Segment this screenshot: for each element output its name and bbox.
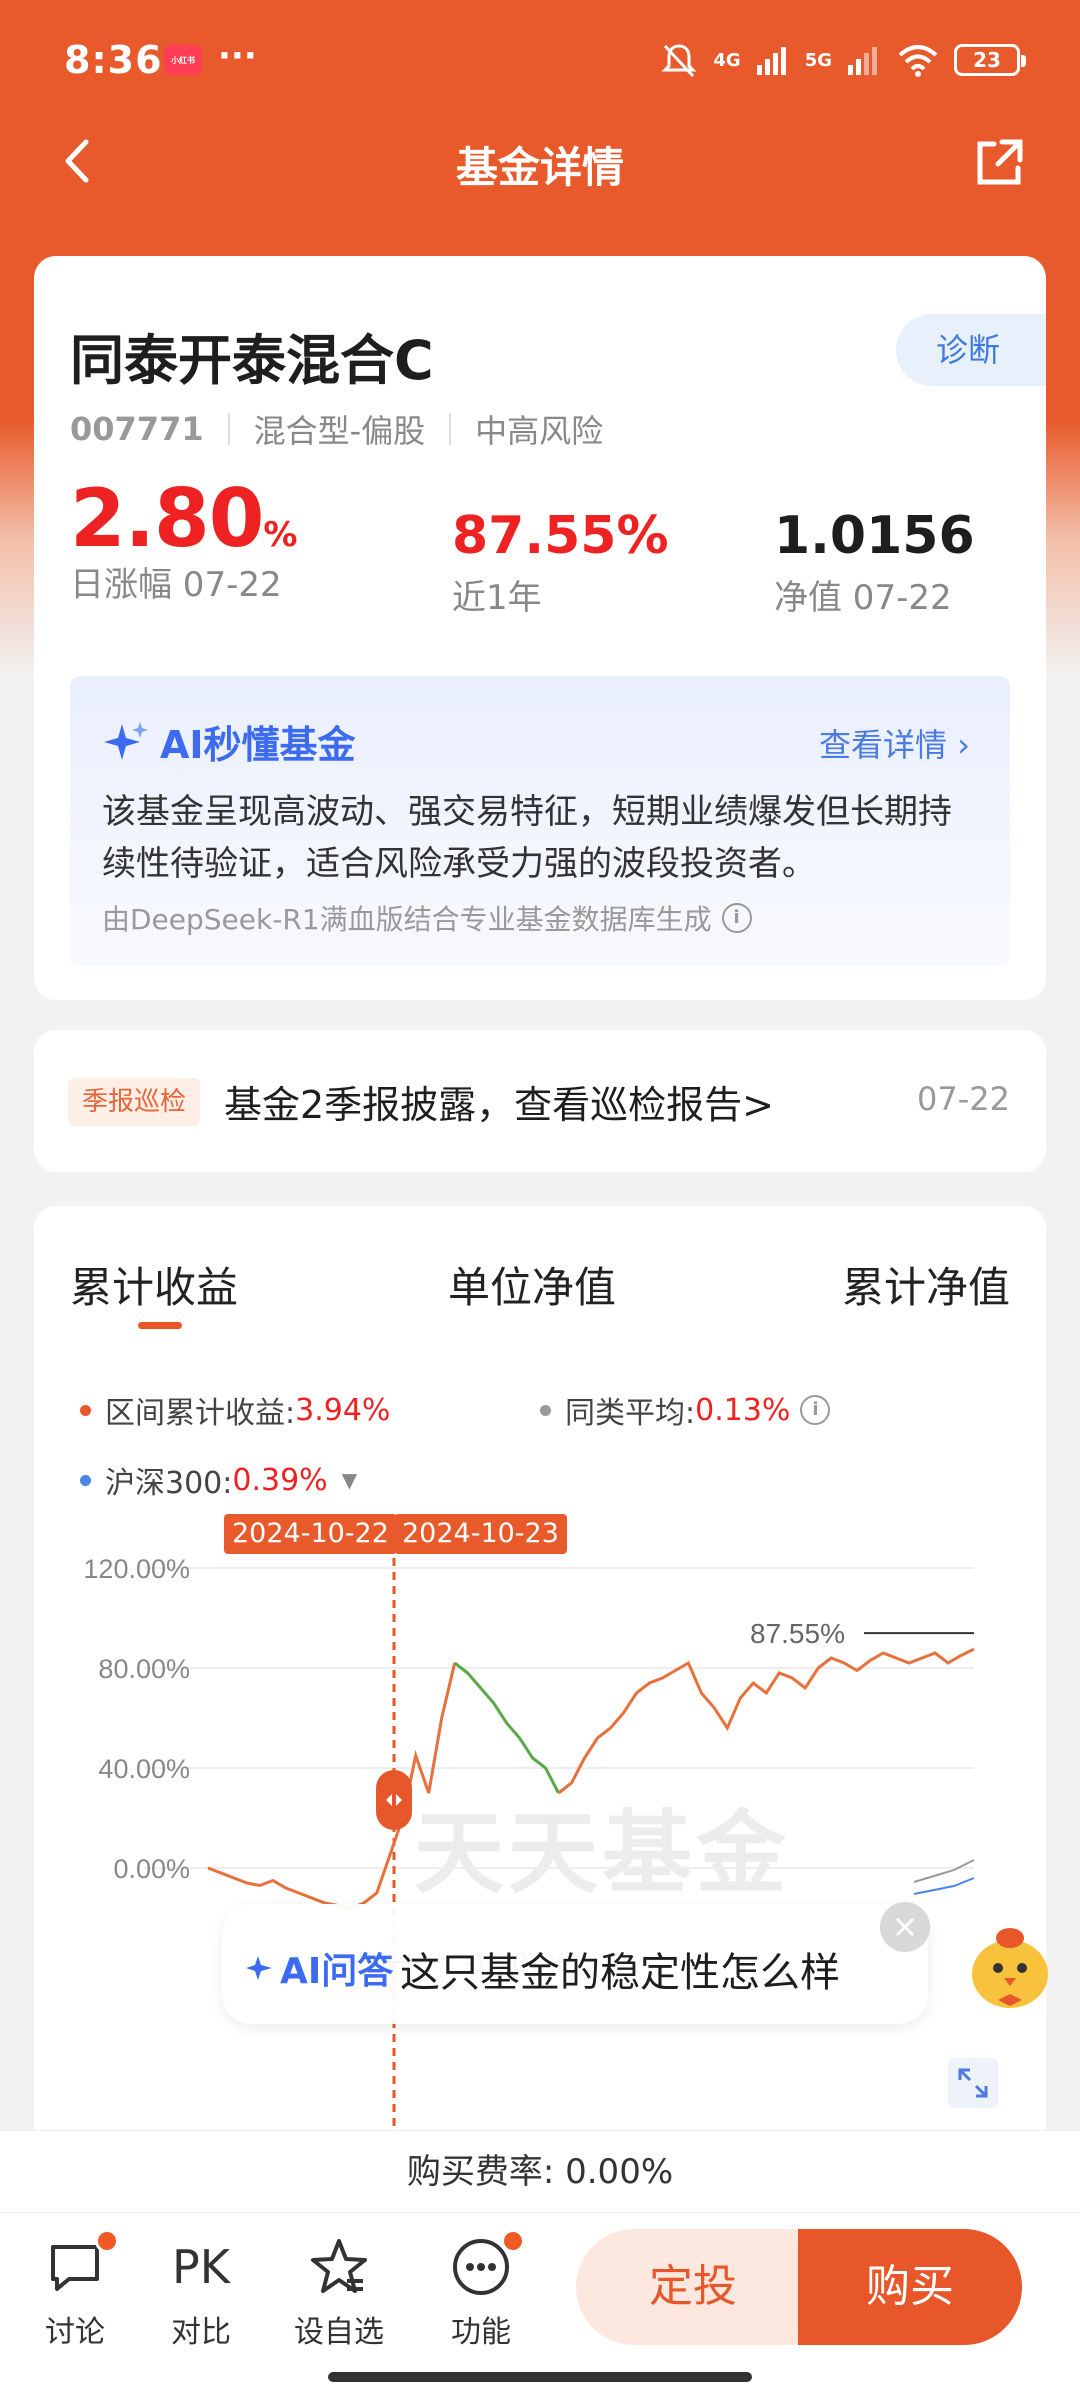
ai-summary-box[interactable]: AI秒懂基金 查看详情 › 该基金呈现高波动、强交易特征，短期业绩爆发但长期持续… xyxy=(70,676,1010,966)
nav-label: 净值 07-22 xyxy=(774,578,952,618)
ai-summary-text: 该基金呈现高波动、强交易特征，短期业绩爆发但长期持续性待验证，适合风险承受力强的… xyxy=(102,792,952,884)
ai-ask-bubble[interactable]: AI问答 这只基金的稳定性怎么样 xyxy=(222,1904,928,2024)
notification-app-icon: 小红书 xyxy=(164,45,202,75)
status-more-icon: ··· xyxy=(218,36,257,76)
buy-button[interactable]: 购买 xyxy=(798,2229,1022,2345)
chat-icon xyxy=(43,2229,119,2299)
chevron-right-icon: › xyxy=(957,726,970,764)
ai-source-text: 由DeepSeek-R1满血版结合专业基金数据库生成 xyxy=(102,903,712,936)
signal-bars-icon xyxy=(756,47,786,75)
signal-bars-2-icon xyxy=(848,47,877,75)
wifi-icon xyxy=(898,45,938,77)
share-icon[interactable] xyxy=(972,134,1028,190)
discuss-label: 讨论 xyxy=(45,2315,105,2350)
purchase-fee: 购买费率: 0.00% xyxy=(0,2130,1080,2212)
y-tick-label: 80.00% xyxy=(98,1654,190,1684)
compare-label: 对比 xyxy=(171,2315,231,2350)
functions-button[interactable]: 功能 xyxy=(446,2229,525,2351)
more-dots-icon xyxy=(449,2229,525,2299)
discuss-button[interactable]: 讨论 xyxy=(40,2229,119,2351)
series-line-segment xyxy=(557,1647,975,1795)
fund-meta: 007771 混合型-偏股 中高风险 xyxy=(70,406,603,452)
signal-5g-icon: 5G xyxy=(804,49,832,71)
year-return-stat: 87.55% 近1年 xyxy=(452,506,669,619)
fund-name: 同泰开泰混合C xyxy=(70,329,434,392)
signal-4g-icon: 4G xyxy=(713,49,741,71)
ai-view-details-link[interactable]: 查看详情 › xyxy=(819,720,970,766)
report-date: 07-22 xyxy=(917,1080,1010,1118)
ai-summary-title-text: AI秒懂基金 xyxy=(160,723,356,767)
notification-dot xyxy=(501,2229,525,2253)
page-title: 基金详情 xyxy=(455,143,624,192)
status-bar: 8:36 小红书 ··· 4G 5G 23 xyxy=(0,0,1080,120)
fixed-investment-button[interactable]: 定投 xyxy=(576,2229,810,2345)
star-plus-icon xyxy=(307,2235,371,2299)
add-watchlist-label: 设自选 xyxy=(294,2315,384,2350)
drag-handle-icon xyxy=(376,1770,412,1830)
ai-ask-question: 这只基金的稳定性怎么样 xyxy=(400,1950,840,1996)
ai-summary-title: AI秒懂基金 xyxy=(102,714,356,769)
sparkle-icon xyxy=(104,721,148,760)
home-indicator xyxy=(328,2372,752,2382)
fund-code: 007771 xyxy=(70,410,204,448)
year-return-value: 87.55% xyxy=(452,506,669,566)
daily-change-label: 日涨幅 07-22 xyxy=(70,565,282,605)
date-tag-start: 2024-10-22 xyxy=(224,1514,397,1554)
y-tick-label: 40.00% xyxy=(98,1754,190,1784)
diagnose-button[interactable]: 诊断 xyxy=(896,314,1046,386)
y-tick-label: 120.00% xyxy=(83,1554,190,1584)
series-line-segment-down xyxy=(453,1661,560,1794)
compare-button[interactable]: PK 对比 xyxy=(166,2235,236,2351)
ai-ask-label: AI问答 xyxy=(246,1942,393,1994)
divider xyxy=(227,413,230,445)
fund-type: 混合型-偏股 xyxy=(253,412,426,450)
pk-icon: PK xyxy=(172,2240,230,2294)
y-tick-label: 0.00% xyxy=(113,1854,190,1884)
nav-stat: 1.0156 净值 07-22 xyxy=(774,506,975,619)
mascot-chick-icon[interactable] xyxy=(960,1916,1060,2016)
info-icon[interactable]: i xyxy=(721,903,752,933)
report-tag: 季报巡检 xyxy=(68,1078,201,1126)
date-tag-end: 2024-10-23 xyxy=(394,1514,567,1554)
functions-label: 功能 xyxy=(451,2315,511,2350)
ai-source-note: 由DeepSeek-R1满血版结合专业基金数据库生成 i xyxy=(102,898,752,938)
bell-off-icon xyxy=(661,44,697,78)
return-line-chart[interactable]: 120.00%80.00%40.00%0.00%87.55%-16.07% xyxy=(34,1206,1046,2206)
fund-summary-card: 同泰开泰混合C 诊断 007771 混合型-偏股 中高风险 2.80% 日涨幅 … xyxy=(34,256,1046,1000)
series-line-segment xyxy=(207,1662,457,1910)
year-return-label: 近1年 xyxy=(452,578,542,618)
report-text: 基金2季报披露，查看巡检报告> xyxy=(224,1083,775,1127)
sparkle-icon xyxy=(246,1956,272,1980)
daily-change-stat: 2.80% 日涨幅 07-22 xyxy=(70,472,298,606)
status-time: 8:36 xyxy=(64,38,163,82)
daily-change-unit: % xyxy=(263,515,298,555)
max-value-label: 87.55% xyxy=(750,1618,845,1649)
index-line xyxy=(913,1877,975,1895)
quarterly-report-card[interactable]: 季报巡检 基金2季报披露，查看巡检报告> 07-22 xyxy=(34,1030,1046,1172)
status-icons: 4G 5G 23 xyxy=(659,40,1026,80)
performance-chart-card: 累计收益 单位净值 累计净值 区间累计收益: 3.94% 同类平均: 0.13% i… xyxy=(34,1206,1046,2206)
notification-dot xyxy=(95,2229,119,2253)
battery-icon: 23 xyxy=(954,44,1026,76)
expand-chart-icon[interactable] xyxy=(948,2058,998,2108)
daily-change-value: 2.80 xyxy=(70,472,264,565)
peer-line xyxy=(913,1859,975,1883)
divider xyxy=(449,413,452,445)
fund-risk: 中高风险 xyxy=(475,412,604,450)
add-watchlist-button[interactable]: 设自选 xyxy=(294,2235,384,2351)
close-icon[interactable]: × xyxy=(880,1902,930,1952)
nav-value: 1.0156 xyxy=(774,506,975,566)
